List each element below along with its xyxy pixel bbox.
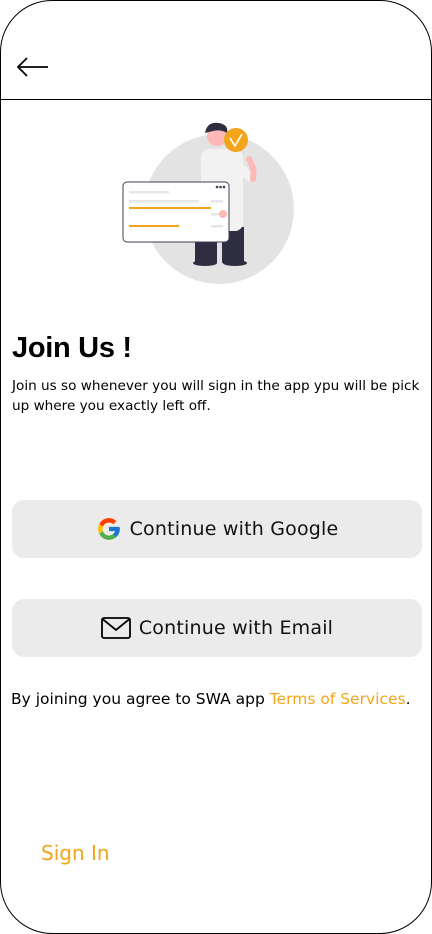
terms-suffix: . <box>405 690 411 708</box>
phone-frame: Join Us ! Join us so whenever you will s… <box>0 0 432 934</box>
envelope-icon <box>100 617 131 639</box>
continue-with-email-label: Continue with Email <box>138 617 334 639</box>
continue-with-google-button[interactable]: Continue with Google <box>12 500 422 558</box>
page-title: Join Us ! <box>12 332 132 364</box>
continue-with-email-button[interactable]: Continue with Email <box>12 599 422 657</box>
terms-text: By joining you agree to SWA app Terms of… <box>11 690 426 708</box>
check-badge-icon <box>224 128 248 152</box>
arrow-left-icon[interactable] <box>15 53 51 81</box>
sign-in-link[interactable]: Sign In <box>41 841 110 865</box>
continue-with-google-label: Continue with Google <box>129 518 339 540</box>
google-icon <box>96 516 122 542</box>
person-with-checkmark-illustration <box>122 122 294 284</box>
top-bar <box>1 1 431 100</box>
terms-of-services-link[interactable]: Terms of Services <box>270 690 406 708</box>
terms-prefix: By joining you agree to SWA app <box>11 690 270 708</box>
page-description: Join us so whenever you will sign in the… <box>12 378 420 414</box>
